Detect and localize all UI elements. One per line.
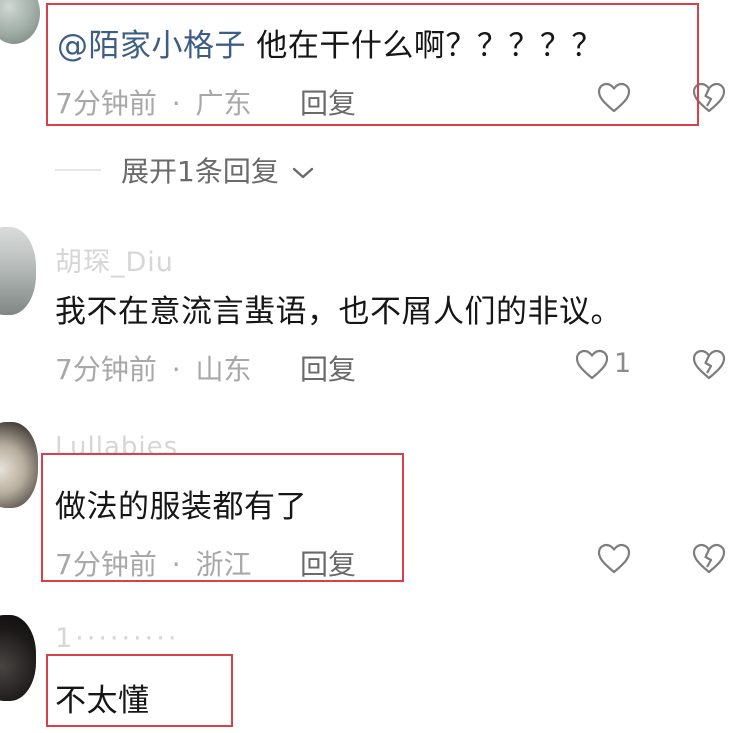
avatar[interactable] [0,422,38,508]
avatar[interactable] [0,0,40,44]
expand-divider [55,169,101,171]
meta-separator: · [171,548,181,581]
comment-time: 7分钟前 [55,87,157,120]
comment-body: 他在干什么啊？？？？？ [256,28,603,64]
expand-replies-label: 展开1条回复 [121,155,279,188]
like-count: 1 [614,348,632,379]
heart-outline-icon[interactable] [597,543,631,575]
comment-location: 广东 [195,87,252,120]
comment-meta: 7分钟前 · 广东 [55,82,252,122]
avatar[interactable] [0,227,36,315]
comment-meta: 7分钟前 · 山东 [55,348,252,388]
reply-button[interactable]: 回复 [300,82,356,122]
heart-outline-icon[interactable] [575,349,609,381]
comment-username[interactable]: Lullabies [55,432,178,462]
expand-replies-button[interactable]: 展开1条回复 [121,150,316,190]
broken-heart-icon[interactable] [692,543,726,575]
comment-text: 我不在意流言蜚语，也不屑人们的非议。 [55,294,622,330]
broken-heart-icon[interactable] [692,82,726,114]
reply-button[interactable]: 回复 [300,348,356,388]
comment-time: 7分钟前 [55,548,157,581]
meta-separator: · [171,353,181,386]
comment-text: @陌家小格子 他在干什么啊？？？？？ [57,20,603,65]
reply-button[interactable]: 回复 [300,543,356,583]
mention-link[interactable]: @陌家小格子 [57,28,246,64]
avatar[interactable] [0,615,36,701]
heart-outline-icon[interactable] [597,82,631,114]
comment-text: 做法的服装都有了 [55,489,307,525]
comment-time: 7分钟前 [55,353,157,386]
comment-text: 不太懂 [55,683,150,719]
meta-separator: · [171,87,181,120]
chevron-down-icon [292,167,313,179]
comment-meta: 7分钟前 · 浙江 [55,543,252,583]
comment-location: 山东 [195,353,252,386]
comment-username[interactable]: 1········· [55,623,179,654]
comment-location: 浙江 [195,548,252,581]
broken-heart-icon[interactable] [692,349,726,381]
comment-username[interactable]: 胡琛_Diu [55,240,174,279]
